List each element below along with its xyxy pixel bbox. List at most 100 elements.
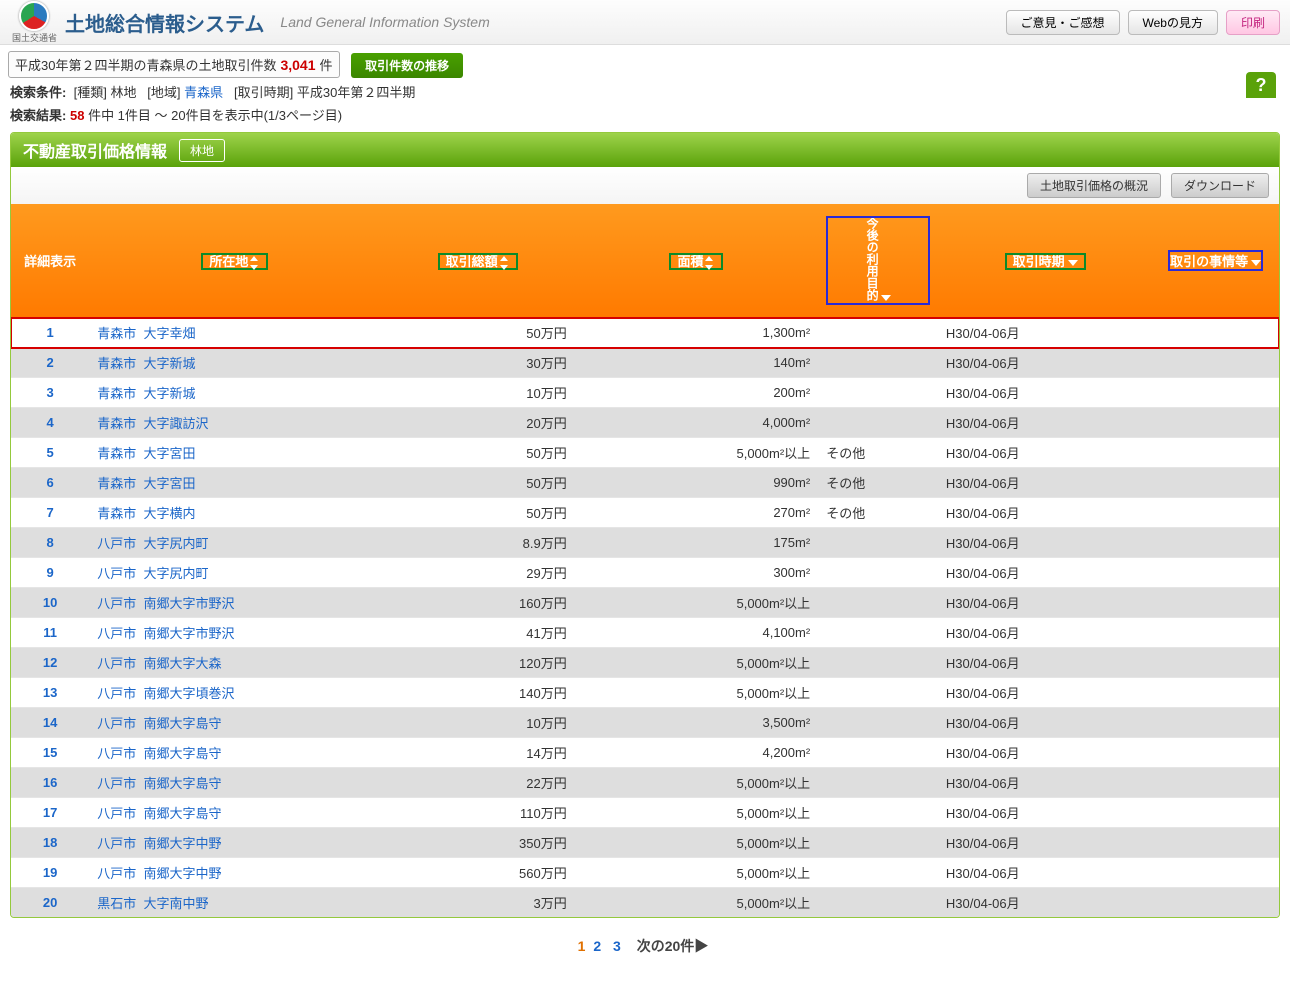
address-link[interactable]: 大字幸畑 [144, 326, 196, 341]
period-cell: H30/04-06月 [938, 648, 1152, 678]
detail-link[interactable]: 15 [43, 745, 57, 760]
circ-cell [1152, 648, 1279, 678]
detail-link[interactable]: 2 [47, 355, 54, 370]
next-page-link[interactable]: 次の20件▶ [637, 938, 709, 954]
feedback-button[interactable]: ご意見・ご感想 [1006, 10, 1120, 35]
cond-period-lbl: [取引時期] [234, 85, 293, 100]
address-link[interactable]: 大字新城 [144, 386, 196, 401]
detail-link[interactable]: 9 [47, 565, 54, 580]
address-link[interactable]: 南郷大字中野 [144, 836, 222, 851]
summary-count: 3,041 [280, 57, 315, 73]
cond-label: 検索条件: [10, 85, 66, 100]
city-link[interactable]: 青森市 [97, 446, 136, 461]
detail-link[interactable]: 10 [43, 595, 57, 610]
city-link[interactable]: 青森市 [97, 386, 136, 401]
city-link[interactable]: 八戸市 [97, 626, 136, 641]
col-area[interactable]: 面積 [575, 204, 818, 318]
results-section: 不動産取引価格情報 林地 土地取引価格の概況 ダウンロード 詳細表示 所在地 取… [10, 132, 1280, 918]
results-table: 詳細表示 所在地 取引総額 面積 今後の利用目的 取引時期 取引の事情等 1青森… [11, 204, 1279, 917]
detail-link[interactable]: 3 [47, 385, 54, 400]
cond-type-lbl: [種類] [74, 85, 107, 100]
col-purpose[interactable]: 今後の利用目的 [818, 204, 938, 318]
city-link[interactable]: 八戸市 [97, 806, 136, 821]
city-link[interactable]: 青森市 [97, 416, 136, 431]
detail-link[interactable]: 1 [47, 325, 54, 340]
detail-link[interactable]: 18 [43, 835, 57, 850]
city-link[interactable]: 八戸市 [97, 536, 136, 551]
city-link[interactable]: 八戸市 [97, 656, 136, 671]
detail-link[interactable]: 6 [47, 475, 54, 490]
city-link[interactable]: 八戸市 [97, 746, 136, 761]
period-cell: H30/04-06月 [938, 318, 1152, 348]
detail-link[interactable]: 11 [43, 625, 57, 640]
detail-link[interactable]: 8 [47, 535, 54, 550]
detail-link[interactable]: 14 [43, 715, 57, 730]
city-link[interactable]: 八戸市 [97, 836, 136, 851]
address-link[interactable]: 南郷大字島守 [144, 776, 222, 791]
table-row: 9八戸市 大字尻内町29万円300m²H30/04-06月 [11, 558, 1279, 588]
period-cell: H30/04-06月 [938, 768, 1152, 798]
address-link[interactable]: 南郷大字島守 [144, 716, 222, 731]
purpose-cell [818, 378, 938, 408]
detail-link[interactable]: 12 [43, 655, 57, 670]
address-link[interactable]: 大字尻内町 [144, 566, 209, 581]
cond-region-link[interactable]: 青森県 [184, 85, 223, 100]
address-link[interactable]: 大字南中野 [144, 896, 209, 911]
address-link[interactable]: 南郷大字頃巻沢 [144, 686, 235, 701]
address-link[interactable]: 大字新城 [144, 356, 196, 371]
section-title: 不動産取引価格情報 [23, 138, 167, 162]
col-location[interactable]: 所在地 [89, 204, 380, 318]
detail-link[interactable]: 16 [43, 775, 57, 790]
col-period[interactable]: 取引時期 [938, 204, 1152, 318]
howto-button[interactable]: Webの見方 [1128, 10, 1218, 35]
table-row: 15八戸市 南郷大字島守14万円4,200m²H30/04-06月 [11, 738, 1279, 768]
detail-link[interactable]: 7 [47, 505, 54, 520]
city-link[interactable]: 八戸市 [97, 866, 136, 881]
area-cell: 5,000m²以上 [575, 648, 818, 678]
help-button[interactable]: ? [1246, 72, 1276, 98]
city-link[interactable]: 青森市 [97, 476, 136, 491]
address-link[interactable]: 大字宮田 [144, 476, 196, 491]
detail-link[interactable]: 13 [43, 685, 57, 700]
detail-link[interactable]: 20 [43, 895, 57, 910]
city-link[interactable]: 青森市 [97, 326, 136, 341]
table-row: 1青森市 大字幸畑50万円1,300m²H30/04-06月 [11, 318, 1279, 348]
city-link[interactable]: 黒石市 [97, 896, 136, 911]
address-link[interactable]: 南郷大字市野沢 [144, 596, 235, 611]
col-price[interactable]: 取引総額 [380, 204, 574, 318]
purpose-cell [818, 708, 938, 738]
address-link[interactable]: 南郷大字島守 [144, 746, 222, 761]
trend-button[interactable]: 取引件数の推移 [351, 53, 463, 78]
period-cell: H30/04-06月 [938, 618, 1152, 648]
address-link[interactable]: 南郷大字大森 [144, 656, 222, 671]
address-link[interactable]: 大字宮田 [144, 446, 196, 461]
detail-link[interactable]: 4 [47, 415, 54, 430]
city-link[interactable]: 八戸市 [97, 566, 136, 581]
col-circ[interactable]: 取引の事情等 [1152, 204, 1279, 318]
city-link[interactable]: 青森市 [97, 356, 136, 371]
address-link[interactable]: 南郷大字市野沢 [144, 626, 235, 641]
download-button[interactable]: ダウンロード [1171, 173, 1269, 198]
overview-button[interactable]: 土地取引価格の概況 [1027, 173, 1161, 198]
city-link[interactable]: 八戸市 [97, 686, 136, 701]
detail-link[interactable]: 17 [43, 805, 57, 820]
address-link[interactable]: 大字諏訪沢 [144, 416, 209, 431]
price-cell: 50万円 [380, 498, 574, 528]
address-link[interactable]: 南郷大字島守 [144, 806, 222, 821]
page-link-3[interactable]: 3 [613, 938, 621, 954]
city-link[interactable]: 八戸市 [97, 716, 136, 731]
detail-link[interactable]: 19 [43, 865, 57, 880]
city-link[interactable]: 八戸市 [97, 596, 136, 611]
summary-suffix: 件 [320, 55, 333, 74]
city-link[interactable]: 八戸市 [97, 776, 136, 791]
purpose-cell [818, 528, 938, 558]
print-button[interactable]: 印刷 [1226, 10, 1280, 35]
page-link-2[interactable]: 2 [593, 938, 601, 954]
address-link[interactable]: 大字尻内町 [144, 536, 209, 551]
city-link[interactable]: 青森市 [97, 506, 136, 521]
address-link[interactable]: 南郷大字中野 [144, 866, 222, 881]
detail-link[interactable]: 5 [47, 445, 54, 460]
purpose-cell [818, 798, 938, 828]
address-link[interactable]: 大字横内 [144, 506, 196, 521]
purpose-cell [818, 558, 938, 588]
